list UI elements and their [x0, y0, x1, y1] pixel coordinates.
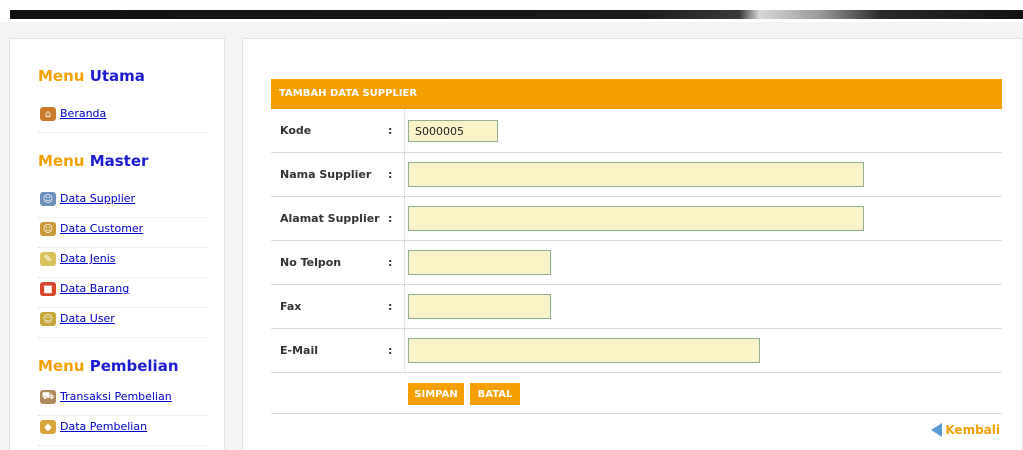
- email-label: E-Mail: [280, 344, 318, 357]
- form-row-alamat-supplier: Alamat Supplier :: [271, 197, 1002, 241]
- colon: :: [388, 124, 393, 137]
- nama-supplier-label: Nama Supplier: [280, 168, 372, 181]
- form-title: TAMBAH DATA SUPPLIER: [271, 79, 1002, 109]
- colon: :: [388, 256, 393, 269]
- divider: [271, 413, 1002, 414]
- colon: :: [388, 300, 393, 313]
- row-divider: [404, 153, 406, 197]
- colon: :: [388, 168, 393, 181]
- row-divider: [404, 241, 406, 285]
- form-row-email: E-Mail :: [271, 329, 1002, 373]
- users-icon: ☺: [40, 192, 56, 206]
- sidebar: Menu Utama ⌂ Beranda Menu Master ☺ Data …: [9, 38, 225, 450]
- row-divider: [404, 285, 406, 329]
- email-input[interactable]: [408, 338, 760, 363]
- kembali-label: Kembali: [945, 423, 1000, 437]
- sidebar-item-data-barang[interactable]: ■ Data Barang: [38, 278, 208, 308]
- menu-utama-prefix: Menu: [38, 67, 85, 85]
- no-telpon-label: No Telpon: [280, 256, 342, 269]
- sidebar-item-data-pembelian[interactable]: ◆ Data Pembelian: [38, 416, 208, 446]
- sidebar-item-beranda[interactable]: ⌂ Beranda: [38, 103, 208, 133]
- main-content: TAMBAH DATA SUPPLIER Kode : Nama Supplie…: [242, 38, 1023, 450]
- sidebar-link-data-supplier[interactable]: Data Supplier: [60, 192, 135, 205]
- colon: :: [388, 344, 393, 357]
- menu-pembelian-prefix: Menu: [38, 357, 85, 375]
- menu-master-heading: Menu Master: [38, 152, 148, 170]
- row-divider: [404, 329, 406, 373]
- sidebar-item-data-customer[interactable]: ☺ Data Customer: [38, 218, 208, 248]
- sidebar-link-data-user[interactable]: Data User: [60, 312, 115, 325]
- menu-utama-highlight: Utama: [89, 67, 145, 85]
- nama-supplier-input[interactable]: [408, 162, 864, 187]
- kembali-link[interactable]: Kembali: [931, 423, 1000, 437]
- kode-input[interactable]: [408, 120, 498, 142]
- form-row-fax: Fax :: [271, 285, 1002, 329]
- notepad-icon: ✎: [40, 252, 56, 266]
- no-telpon-input[interactable]: [408, 250, 551, 275]
- bag-icon: ◆: [40, 420, 56, 434]
- sidebar-item-data-user[interactable]: ☺ Data User: [38, 308, 208, 338]
- colon: :: [388, 212, 393, 225]
- simpan-button[interactable]: SIMPAN: [408, 383, 464, 405]
- sidebar-item-data-supplier[interactable]: ☺ Data Supplier: [38, 188, 208, 218]
- alamat-supplier-label: Alamat Supplier: [280, 212, 380, 225]
- menu-master-highlight: Master: [89, 152, 149, 170]
- customer-icon: ☺: [40, 222, 56, 236]
- alamat-supplier-input[interactable]: [408, 206, 864, 231]
- home-icon: ⌂: [40, 107, 56, 121]
- menu-master-prefix: Menu: [38, 152, 85, 170]
- banner-image: [10, 10, 1023, 19]
- menu-utama-heading: Menu Utama: [38, 67, 145, 85]
- box-icon: ■: [40, 282, 56, 296]
- fax-label: Fax: [280, 300, 302, 313]
- menu-pembelian-highlight: Pembelian: [89, 357, 179, 375]
- cart-icon: ⛟: [40, 390, 56, 404]
- sidebar-link-transaksi-pembelian[interactable]: Transaksi Pembelian: [60, 390, 172, 403]
- batal-button[interactable]: BATAL: [470, 383, 520, 405]
- row-divider: [404, 109, 406, 153]
- sidebar-link-beranda[interactable]: Beranda: [60, 107, 106, 120]
- sidebar-link-data-pembelian[interactable]: Data Pembelian: [60, 420, 147, 433]
- sidebar-link-data-customer[interactable]: Data Customer: [60, 222, 143, 235]
- kode-label: Kode: [280, 124, 312, 137]
- menu-pembelian-heading: Menu Pembelian: [38, 357, 179, 375]
- sidebar-item-transaksi-pembelian[interactable]: ⛟ Transaksi Pembelian: [38, 386, 208, 416]
- form-row-kode: Kode :: [271, 109, 1002, 153]
- row-divider: [404, 197, 406, 241]
- fax-input[interactable]: [408, 294, 551, 319]
- back-arrow-icon: [931, 423, 943, 437]
- top-banner: [0, 0, 1023, 22]
- sidebar-link-data-barang[interactable]: Data Barang: [60, 282, 129, 295]
- sidebar-link-data-jenis[interactable]: Data Jenis: [60, 252, 116, 265]
- group-icon: ☺: [40, 312, 56, 326]
- sidebar-item-data-jenis[interactable]: ✎ Data Jenis: [38, 248, 208, 278]
- form-row-no-telpon: No Telpon :: [271, 241, 1002, 285]
- form-row-nama-supplier: Nama Supplier :: [271, 153, 1002, 197]
